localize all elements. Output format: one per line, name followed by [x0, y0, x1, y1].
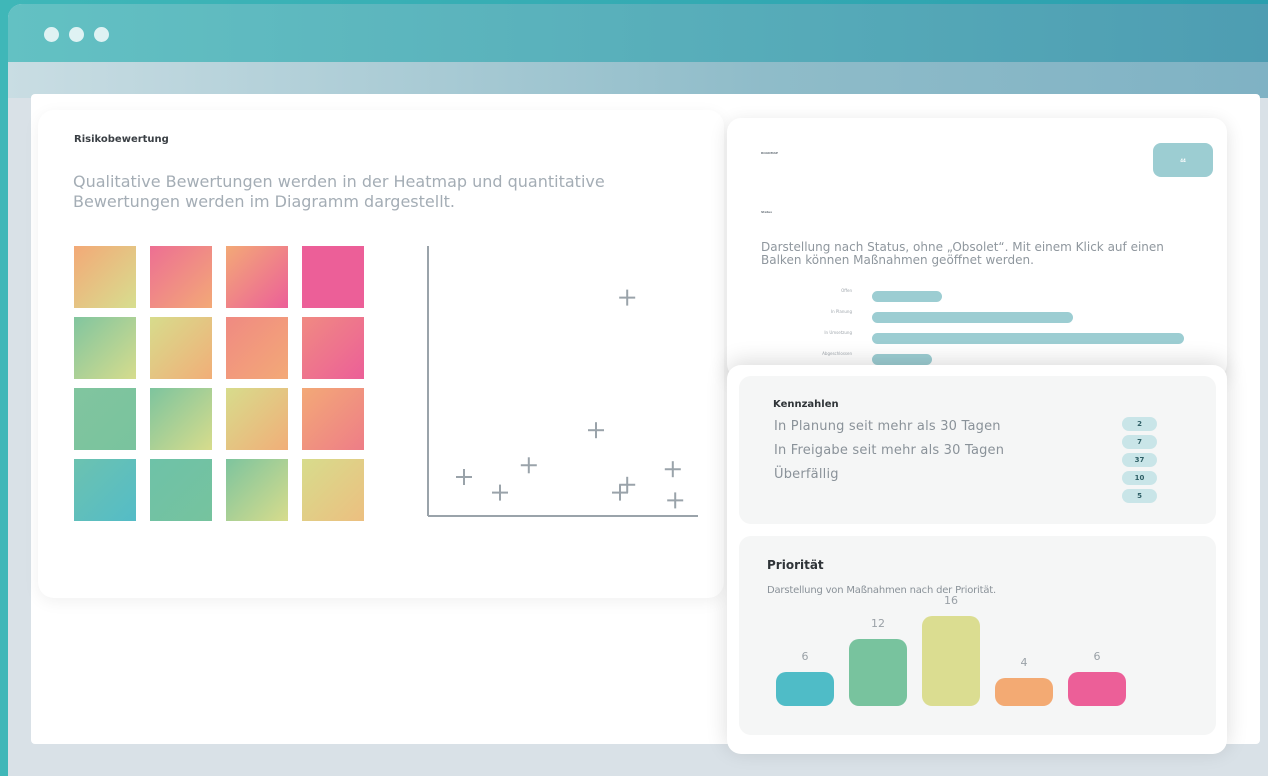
- window-dot-icon[interactable]: [94, 27, 109, 42]
- status-bar-label: Offen: [841, 288, 852, 293]
- heatmap-cell[interactable]: [150, 459, 212, 521]
- status-header: Status: [761, 210, 772, 214]
- kennzahlen-item[interactable]: In Freigabe seit mehr als 30 Tagen: [774, 443, 1004, 458]
- priority-bar[interactable]: [776, 672, 834, 706]
- priority-bar-value: 16: [944, 594, 958, 608]
- heatmap-cell[interactable]: [226, 388, 288, 450]
- scatter-point[interactable]: [619, 476, 636, 493]
- heatmap-cell[interactable]: [226, 317, 288, 379]
- heatmap-cell[interactable]: [74, 246, 136, 308]
- priority-bar[interactable]: [849, 638, 907, 706]
- scatter-point[interactable]: [619, 289, 636, 306]
- heatmap-cell[interactable]: [226, 459, 288, 521]
- heatmap-cell[interactable]: [74, 317, 136, 379]
- window-dot-icon[interactable]: [44, 27, 59, 42]
- heatmap-cell[interactable]: [302, 317, 364, 379]
- status-bar[interactable]: [872, 333, 1184, 344]
- heatmap-cell[interactable]: [302, 388, 364, 450]
- status-bar[interactable]: [872, 354, 932, 365]
- scatter-point[interactable]: [520, 457, 537, 474]
- scatter-point[interactable]: [456, 469, 472, 485]
- scatter-point[interactable]: [667, 492, 684, 509]
- kennzahlen-badge[interactable]: 7: [1122, 435, 1157, 449]
- kennzahlen-item[interactable]: In Planung seit mehr als 30 Tagen: [774, 419, 1001, 434]
- heatmap-cell[interactable]: [150, 246, 212, 308]
- kennzahlen-item[interactable]: Überfällig: [774, 467, 839, 482]
- heatmap-cell[interactable]: [150, 317, 212, 379]
- scatter-point[interactable]: [588, 422, 604, 439]
- status-description: Darstellung nach Status, ohne „Obsolet“.…: [761, 240, 1164, 267]
- scatter-point[interactable]: [612, 484, 628, 501]
- status-bar[interactable]: [872, 312, 1073, 323]
- toolbar: [8, 62, 1268, 98]
- status-count-button[interactable]: 44: [1153, 143, 1213, 177]
- priority-bar[interactable]: [1068, 672, 1126, 706]
- kennzahlen-badge[interactable]: 10: [1122, 471, 1157, 485]
- status-bar-label: Abgeschlossen: [822, 351, 852, 356]
- priority-bar-value: 6: [1093, 650, 1101, 664]
- status-top-label: ROADMAP: [761, 151, 779, 155]
- priority-bar-value: 4: [1020, 656, 1028, 669]
- scatter-point[interactable]: [492, 484, 508, 501]
- heatmap-cell[interactable]: [302, 246, 364, 308]
- prioritaet-title: Priorität: [767, 558, 824, 572]
- scatter-point[interactable]: [664, 461, 681, 478]
- heatmap-cell[interactable]: [74, 388, 136, 450]
- heatmap-cell[interactable]: [226, 246, 288, 308]
- priority-bar-value: 12: [871, 616, 885, 630]
- priority-bar[interactable]: [922, 616, 980, 706]
- kennzahlen-badge[interactable]: 37: [1122, 453, 1157, 467]
- heatmap-cell[interactable]: [150, 388, 212, 450]
- risk-title: Risikobewertung: [74, 134, 169, 145]
- kennzahlen-title: Kennzahlen: [773, 399, 839, 410]
- window-dot-icon[interactable]: [69, 27, 84, 42]
- risk-description: Qualitative Bewertungen werden in der He…: [73, 172, 605, 211]
- heatmap-cell[interactable]: [74, 459, 136, 521]
- kennzahlen-badge[interactable]: 2: [1122, 417, 1157, 431]
- risk-scatter-chart: [427, 246, 698, 517]
- priority-bar-value: 6: [801, 650, 809, 664]
- kennzahlen-badge[interactable]: 5: [1122, 489, 1157, 503]
- titlebar: [8, 4, 1268, 62]
- priority-bar[interactable]: [995, 678, 1053, 706]
- status-bar[interactable]: [872, 291, 942, 302]
- heatmap-cell[interactable]: [302, 459, 364, 521]
- status-bar-label: In Umsetzung: [824, 330, 852, 335]
- status-bar-label: In Planung: [830, 309, 852, 314]
